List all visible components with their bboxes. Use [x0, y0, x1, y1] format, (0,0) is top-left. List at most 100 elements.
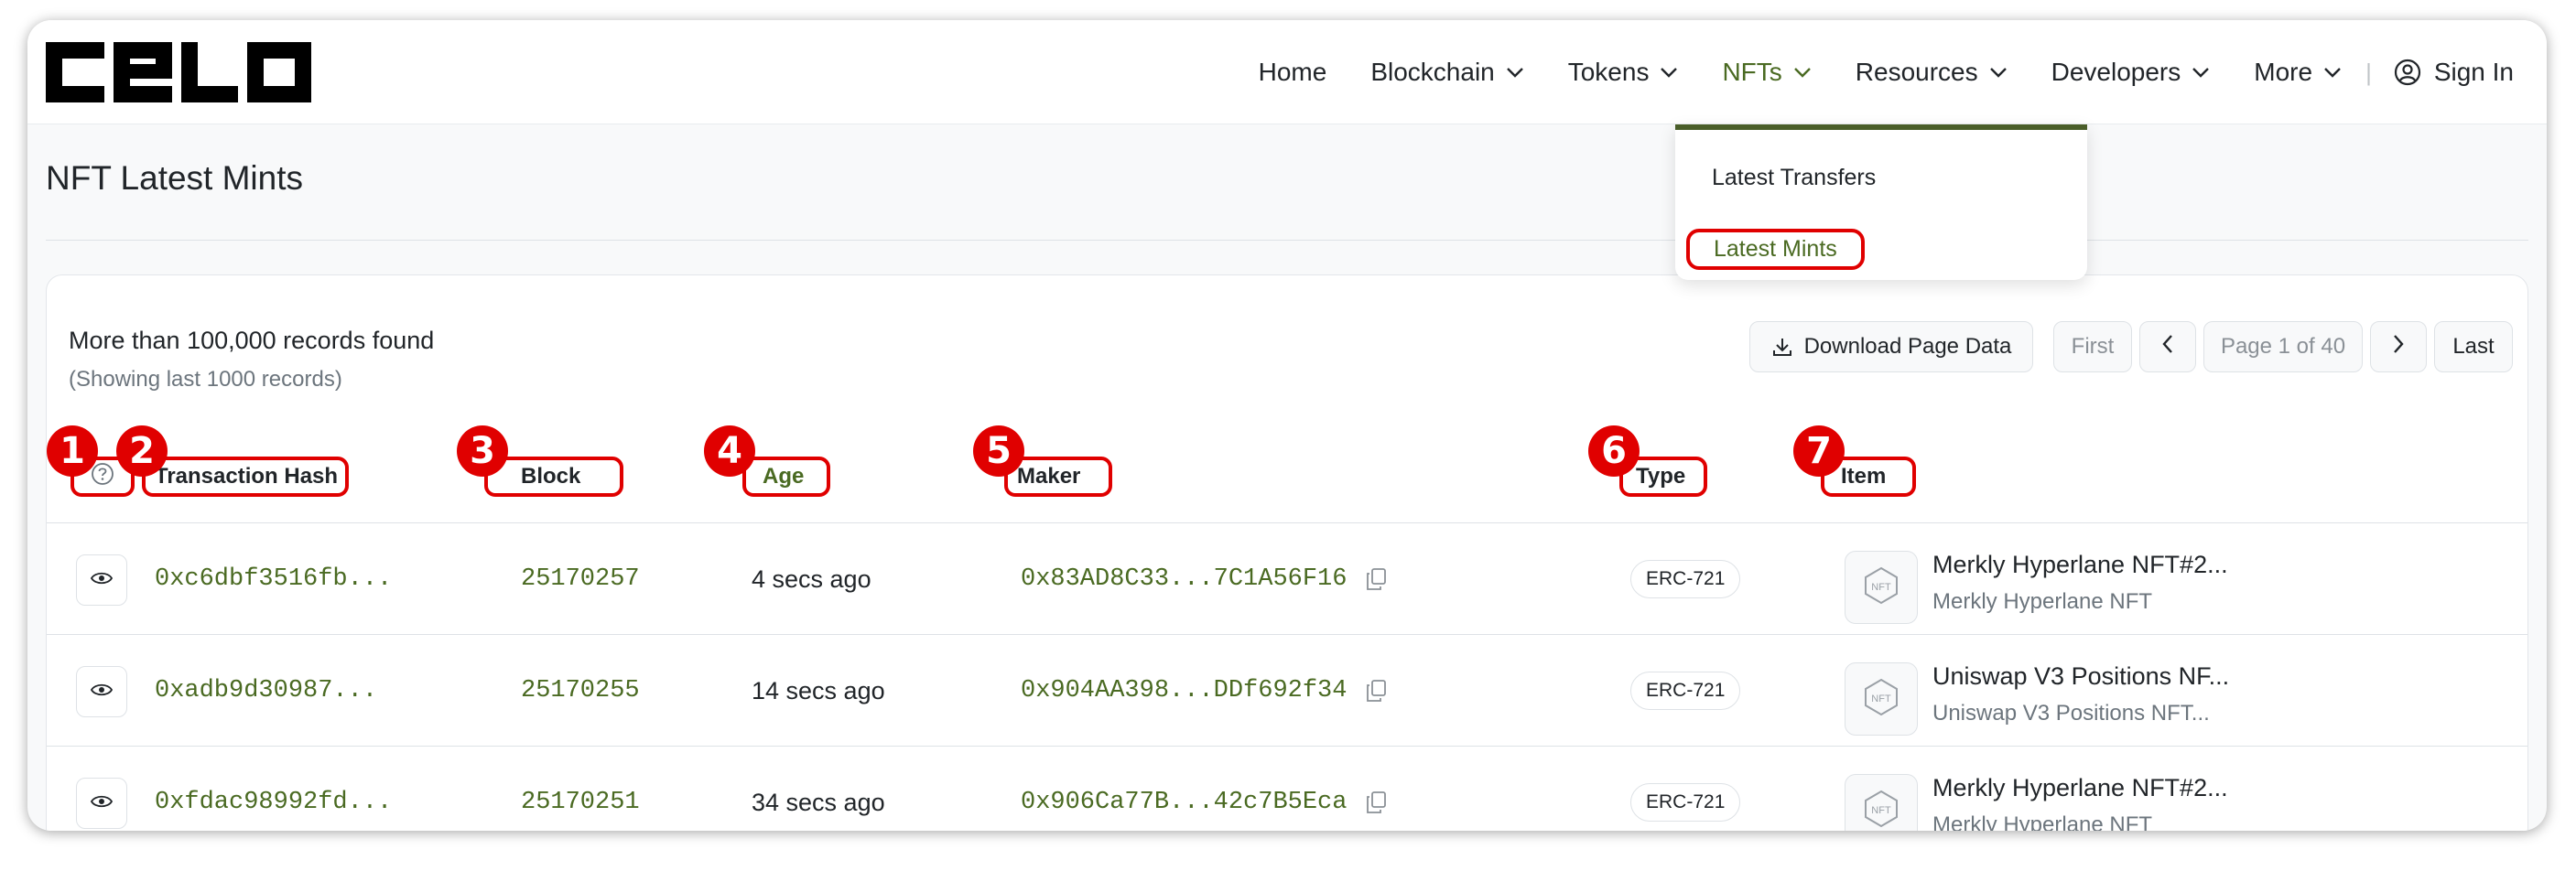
chevron-left-icon [2161, 334, 2174, 360]
nav-developers[interactable]: Developers [2051, 58, 2211, 87]
celo-logo[interactable] [46, 42, 311, 107]
nav-resources-label: Resources [1855, 58, 1978, 86]
svg-text:NFT: NFT [1871, 582, 1891, 593]
mints-table-card: More than 100,000 records found (Showing… [46, 274, 2528, 831]
nft-thumbnail[interactable]: NFT [1845, 662, 1918, 736]
tx-hash-link[interactable]: 0xadb9d30987... [155, 635, 377, 747]
nav-tokens-label: Tokens [1567, 58, 1650, 86]
maker-address: 0x83AD8C33...7C1A56F16 [1021, 565, 1348, 593]
maker-link[interactable]: 0x906Ca77B...42c7B5Eca [1021, 747, 1387, 831]
download-icon [1771, 336, 1793, 358]
eye-icon [90, 794, 114, 813]
eye-icon [90, 683, 114, 702]
dropdown-item-latest-transfers[interactable]: Latest Transfers [1712, 165, 1876, 191]
browser-window: Home Blockchain Tokens NFTs Resources De… [27, 20, 2547, 831]
nav-nfts-label: NFTs [1722, 58, 1782, 86]
age-value: 34 secs ago [752, 788, 885, 816]
sign-in-link[interactable]: Sign In [2394, 58, 2514, 87]
dropdown-item-latest-mints[interactable]: Latest Mints [1686, 229, 1865, 270]
annotation-badge-2: 2 [116, 425, 168, 477]
nav-separator: | [2365, 58, 2372, 86]
item-name-link[interactable]: Merkly Hyperlane NFT#2... [1932, 774, 2228, 802]
chevron-down-icon [1660, 67, 1678, 78]
item-collection[interactable]: Merkly Hyperlane NFT [1932, 812, 2152, 831]
chevron-down-icon [2192, 67, 2210, 78]
nav-tokens[interactable]: Tokens [1568, 58, 1679, 87]
age-value: 4 secs ago [752, 565, 871, 593]
nav-home[interactable]: Home [1259, 58, 1327, 87]
nfts-dropdown-menu: Latest Transfers Latest Mints [1675, 124, 2087, 280]
chevron-down-icon [1793, 67, 1812, 78]
nft-placeholder-icon: NFT [1861, 789, 1901, 832]
column-transaction-hash: Transaction Hash [142, 457, 349, 497]
page-indicator: Page 1 of 40 [2203, 321, 2363, 372]
annotation-badge-6: 6 [1588, 425, 1640, 477]
type-cell: ERC-721 [1630, 523, 1741, 635]
first-page-button[interactable]: First [2053, 321, 2132, 372]
copy-icon[interactable] [1365, 790, 1387, 814]
preview-button[interactable] [76, 666, 127, 717]
nav-more[interactable]: More [2254, 58, 2342, 87]
block-link[interactable]: 25170251 [521, 747, 640, 831]
chevron-right-icon [2392, 334, 2405, 360]
svg-text:NFT: NFT [1871, 805, 1891, 816]
item-name-link[interactable]: Uniswap V3 Positions NF... [1932, 662, 2229, 691]
table-row: 0xadb9d30987... 25170255 14 secs ago 0x9… [47, 635, 2527, 747]
question-circle-icon [91, 462, 114, 492]
divider [46, 240, 2528, 241]
maker-address: 0x904AA398...DDf692f34 [1021, 677, 1348, 704]
annotation-badge-4: 4 [704, 425, 755, 477]
copy-icon[interactable] [1365, 679, 1387, 703]
item-collection[interactable]: Uniswap V3 Positions NFT... [1932, 701, 2210, 726]
type-badge: ERC-721 [1630, 783, 1741, 822]
last-page-button[interactable]: Last [2434, 321, 2513, 372]
age-value: 14 secs ago [752, 676, 885, 704]
tx-hash-link[interactable]: 0xfdac98992fd... [155, 747, 392, 831]
type-cell: ERC-721 [1630, 747, 1741, 831]
nav-nfts[interactable]: NFTs [1722, 58, 1811, 87]
sign-in-label: Sign In [2433, 58, 2514, 86]
eye-icon [90, 571, 114, 590]
site-header: Home Blockchain Tokens NFTs Resources De… [27, 20, 2547, 124]
download-label: Download Page Data [1803, 334, 2012, 359]
download-page-data-button[interactable]: Download Page Data [1749, 321, 2033, 372]
nav-developers-label: Developers [2051, 58, 2181, 86]
user-circle-icon [2394, 59, 2421, 86]
table-row: 0xc6dbf3516fb... 25170257 4 secs ago 0x8… [47, 523, 2527, 635]
chevron-down-icon [2323, 67, 2342, 78]
maker-link[interactable]: 0x904AA398...DDf692f34 [1021, 635, 1387, 747]
nav-blockchain[interactable]: Blockchain [1370, 58, 1523, 87]
nft-thumbnail[interactable]: NFT [1845, 774, 1918, 831]
type-badge: ERC-721 [1630, 672, 1741, 710]
item-name-link[interactable]: Merkly Hyperlane NFT#2... [1932, 551, 2228, 579]
type-cell: ERC-721 [1630, 635, 1741, 747]
records-count: More than 100,000 records found [69, 327, 435, 354]
copy-icon[interactable] [1365, 567, 1387, 591]
nft-placeholder-icon: NFT [1861, 565, 1901, 610]
maker-link[interactable]: 0x83AD8C33...7C1A56F16 [1021, 523, 1387, 635]
nav-resources[interactable]: Resources [1856, 58, 2008, 87]
prev-page-button[interactable] [2139, 321, 2196, 372]
column-age[interactable]: Age [742, 457, 830, 497]
item-collection[interactable]: Merkly Hyperlane NFT [1932, 589, 2152, 615]
nav-blockchain-label: Blockchain [1370, 58, 1495, 86]
chevron-down-icon [1989, 67, 2008, 78]
svg-text:NFT: NFT [1871, 694, 1891, 704]
table-header: Transaction Hash Block Age Maker Type It… [47, 425, 2527, 506]
block-link[interactable]: 25170255 [521, 635, 640, 747]
nft-thumbnail[interactable]: NFT [1845, 551, 1918, 624]
annotation-badge-3: 3 [457, 425, 508, 477]
preview-button[interactable] [76, 778, 127, 829]
preview-button[interactable] [76, 554, 127, 606]
type-badge: ERC-721 [1630, 560, 1741, 598]
table-row: 0xfdac98992fd... 25170251 34 secs ago 0x… [47, 747, 2527, 831]
nav-home-label: Home [1258, 58, 1327, 86]
tx-hash-link[interactable]: 0xc6dbf3516fb... [155, 523, 392, 635]
next-page-button[interactable] [2370, 321, 2427, 372]
nav-more-label: More [2254, 58, 2313, 86]
records-note: (Showing last 1000 records) [69, 367, 342, 392]
maker-address: 0x906Ca77B...42c7B5Eca [1021, 789, 1348, 816]
block-link[interactable]: 25170257 [521, 523, 640, 635]
annotation-badge-5: 5 [973, 425, 1024, 477]
main-nav: Home Blockchain Tokens NFTs Resources De… [1215, 20, 2514, 124]
